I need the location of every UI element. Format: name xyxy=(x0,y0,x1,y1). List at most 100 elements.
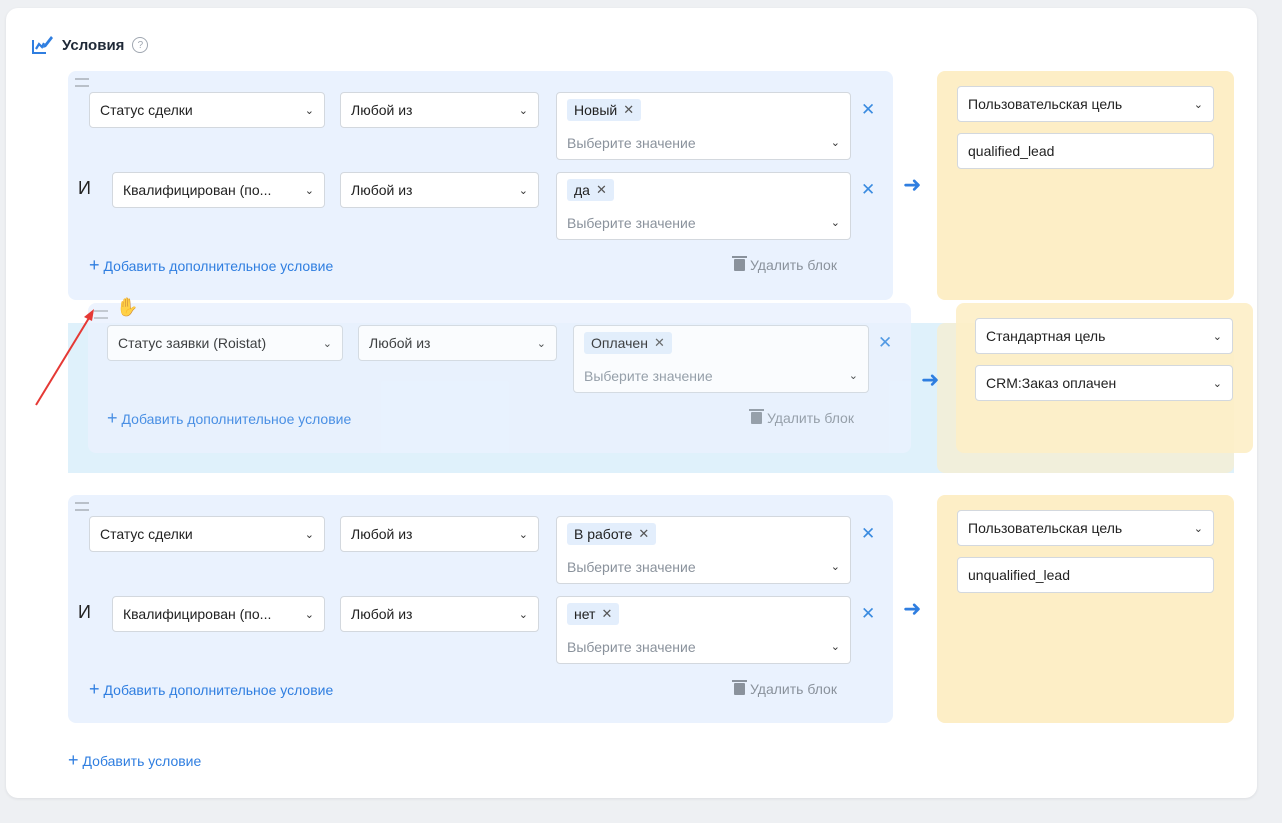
field-select-value: Статус сделки xyxy=(100,102,193,118)
value-chip: Оплачен ✕ xyxy=(584,332,672,354)
chevron-down-icon: ⌄ xyxy=(848,370,858,382)
add-extra-condition-link[interactable]: + Добавить дополнительное условие xyxy=(89,255,333,276)
grab-hand-icon: ✋ xyxy=(116,297,139,317)
delete-block-label: Удалить блок xyxy=(767,410,854,426)
chip-label: да xyxy=(574,182,590,198)
chevron-down-icon: ⌄ xyxy=(518,184,528,197)
field-select[interactable]: Квалифицирован (по... ⌄ xyxy=(112,172,325,208)
close-icon[interactable]: ✕ xyxy=(596,182,607,198)
value-multiselect[interactable]: Новый ✕ Выберите значение ⌄ xyxy=(556,92,851,160)
chevron-down-icon: ⌄ xyxy=(518,528,528,541)
chevron-down-icon: ⌄ xyxy=(1193,522,1203,535)
delete-block-link[interactable]: Удалить блок xyxy=(732,256,837,273)
add-extra-condition-link[interactable]: + Добавить дополнительное условие xyxy=(107,408,351,429)
help-icon[interactable]: ? xyxy=(132,37,149,53)
delete-block-link[interactable]: Удалить блок xyxy=(749,409,854,426)
chevron-down-icon: ⌄ xyxy=(830,217,840,229)
operator-select[interactable]: Любой из ⌄ xyxy=(358,325,557,361)
add-extra-condition-label: Добавить дополнительное условие xyxy=(103,258,334,274)
goal-type-value: Стандартная цель xyxy=(986,328,1106,344)
plus-icon: + xyxy=(89,679,100,699)
value-multiselect[interactable]: В работе ✕ Выберите значение ⌄ xyxy=(556,516,851,584)
add-condition-label: Добавить условие xyxy=(82,753,202,769)
value-placeholder: Выберите значение xyxy=(567,559,696,575)
remove-row-icon[interactable]: ✕ xyxy=(878,333,892,353)
value-chip: Новый ✕ xyxy=(567,99,642,121)
drag-handle-icon[interactable] xyxy=(75,78,89,87)
field-select[interactable]: Статус сделки ⌄ xyxy=(89,92,325,128)
close-icon[interactable]: ✕ xyxy=(654,335,665,351)
operator-select[interactable]: Любой из ⌄ xyxy=(340,516,539,552)
arrow-right-icon: ➜ xyxy=(903,596,922,621)
chip-label: В работе xyxy=(574,526,633,542)
drag-handle-icon[interactable] xyxy=(75,502,89,511)
remove-row-icon[interactable]: ✕ xyxy=(861,524,875,544)
value-multiselect[interactable]: Оплачен ✕ Выберите значение ⌄ xyxy=(573,325,869,393)
arrow-right-icon: ➜ xyxy=(921,367,940,392)
value-placeholder: Выберите значение xyxy=(567,215,696,231)
trash-icon xyxy=(732,680,747,695)
goal-type-value: Пользовательская цель xyxy=(968,520,1123,536)
goal-type-select[interactable]: Пользовательская цель ⌄ xyxy=(957,86,1214,122)
value-placeholder: Выберите значение xyxy=(584,368,713,384)
trash-icon xyxy=(732,256,747,271)
plus-icon: + xyxy=(107,408,118,428)
arrow-right-icon: ➜ xyxy=(903,172,922,197)
goal-value: CRM:Заказ оплачен xyxy=(986,375,1117,391)
value-multiselect[interactable]: нет ✕ Выберите значение ⌄ xyxy=(556,596,851,664)
add-extra-condition-label: Добавить дополнительное условие xyxy=(103,682,334,698)
remove-row-icon[interactable]: ✕ xyxy=(861,180,875,200)
add-condition-link[interactable]: + Добавить условие xyxy=(68,750,201,771)
remove-row-icon[interactable]: ✕ xyxy=(861,604,875,624)
field-select[interactable]: Статус заявки (Roistat) ⌄ xyxy=(107,325,343,361)
and-connector: И xyxy=(78,178,91,198)
and-connector: И xyxy=(78,602,91,622)
value-placeholder: Выберите значение xyxy=(567,639,696,655)
chip-label: Новый xyxy=(574,102,618,118)
add-extra-condition-link[interactable]: + Добавить дополнительное условие xyxy=(89,679,333,700)
operator-select[interactable]: Любой из ⌄ xyxy=(340,92,539,128)
goal-type-select[interactable]: Пользовательская цель ⌄ xyxy=(957,510,1214,546)
delete-block-link[interactable]: Удалить блок xyxy=(732,680,837,697)
plus-icon: + xyxy=(68,750,79,770)
chevron-down-icon: ⌄ xyxy=(518,608,528,621)
field-select[interactable]: Статус сделки ⌄ xyxy=(89,516,325,552)
remove-row-icon[interactable]: ✕ xyxy=(861,100,875,120)
chevron-down-icon: ⌄ xyxy=(830,137,840,149)
chevron-down-icon: ⌄ xyxy=(304,184,314,197)
value-multiselect[interactable]: да ✕ Выберите значение ⌄ xyxy=(556,172,851,240)
field-select-value: Квалифицирован (по... xyxy=(123,182,272,198)
operator-select-value: Любой из xyxy=(351,606,413,622)
close-icon[interactable]: ✕ xyxy=(638,526,649,542)
goal-type-select[interactable]: Стандартная цель ⌄ xyxy=(975,318,1233,354)
close-icon[interactable]: ✕ xyxy=(601,606,612,622)
add-extra-condition-label: Добавить дополнительное условие xyxy=(121,411,352,427)
trash-icon xyxy=(749,409,764,424)
section-header: Условия ? xyxy=(30,34,149,56)
field-select-value: Квалифицирован (по... xyxy=(123,606,272,622)
chevron-down-icon: ⌄ xyxy=(536,337,546,350)
delete-block-label: Удалить блок xyxy=(750,681,837,697)
chevron-down-icon: ⌄ xyxy=(322,337,332,350)
field-select-value: Статус сделки xyxy=(100,526,193,542)
chevron-down-icon: ⌄ xyxy=(518,104,528,117)
dragged-condition-block[interactable]: ✋ Статус заявки (Roistat) ⌄ Любой из ⌄ Опл… xyxy=(88,297,911,453)
goal-value-input[interactable]: qualified_lead xyxy=(957,133,1214,169)
chip-label: нет xyxy=(574,606,596,622)
chevron-down-icon: ⌄ xyxy=(304,608,314,621)
close-icon[interactable]: ✕ xyxy=(623,102,634,118)
goal-value-input[interactable]: unqualified_lead xyxy=(957,557,1214,593)
value-chip: да ✕ xyxy=(567,179,614,201)
operator-select-value: Любой из xyxy=(351,102,413,118)
edit-chart-icon xyxy=(32,36,53,54)
field-select-value: Статус заявки (Roistat) xyxy=(118,335,267,351)
operator-select-value: Любой из xyxy=(351,526,413,542)
operator-select[interactable]: Любой из ⌄ xyxy=(340,172,539,208)
goal-value-select[interactable]: CRM:Заказ оплачен ⌄ xyxy=(975,365,1233,401)
chevron-down-icon: ⌄ xyxy=(304,104,314,117)
chevron-down-icon: ⌄ xyxy=(1212,330,1222,343)
value-chip: В работе ✕ xyxy=(567,523,657,545)
field-select[interactable]: Квалифицирован (по... ⌄ xyxy=(112,596,325,632)
operator-select[interactable]: Любой из ⌄ xyxy=(340,596,539,632)
goal-type-value: Пользовательская цель xyxy=(968,96,1123,112)
